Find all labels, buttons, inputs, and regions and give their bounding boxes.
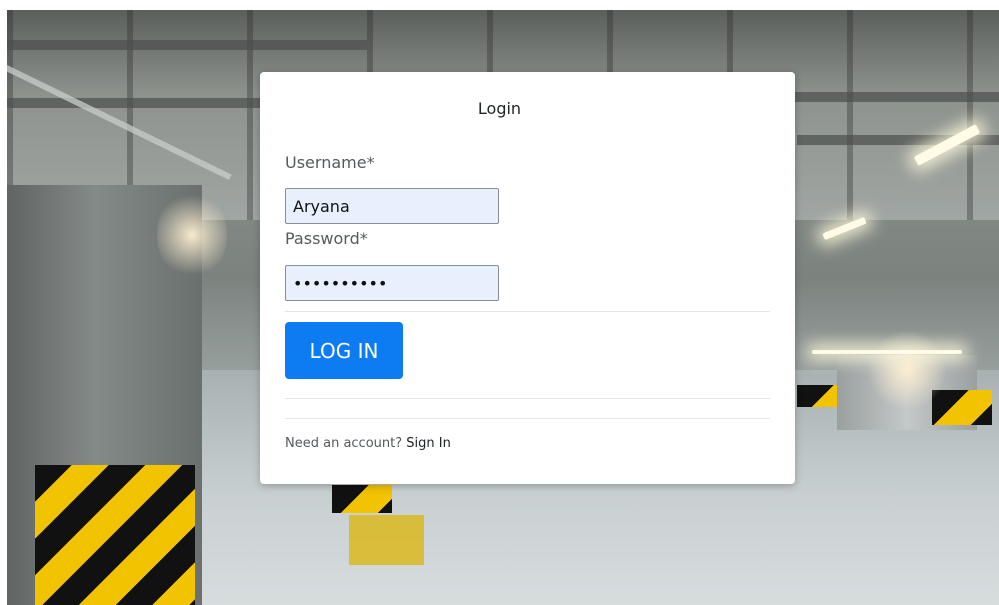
divider: [285, 418, 770, 419]
sign-in-link[interactable]: Sign In: [406, 436, 451, 451]
divider: [285, 311, 770, 312]
signup-prompt: Need an account? Sign In: [285, 436, 451, 451]
signup-prompt-text: Need an account?: [285, 436, 403, 451]
bollard-base: [349, 515, 424, 565]
hazard-stripes: [332, 485, 392, 513]
ceiling-beam: [7, 40, 367, 50]
ceiling-lamp: [822, 216, 867, 241]
hazard-stripes: [35, 465, 195, 605]
password-input[interactable]: [285, 265, 499, 301]
username-label: Username*: [285, 153, 375, 172]
login-title: Login: [477, 99, 522, 118]
username-input[interactable]: [285, 188, 499, 224]
divider: [285, 398, 770, 399]
hazard-stripes: [797, 385, 837, 407]
wall-lamp-glow: [157, 190, 227, 280]
light-glow: [867, 330, 947, 410]
password-label: Password*: [285, 229, 368, 248]
login-button[interactable]: LOG IN: [285, 322, 403, 379]
ceiling-lamp: [812, 350, 962, 354]
hazard-stripes: [932, 390, 992, 425]
